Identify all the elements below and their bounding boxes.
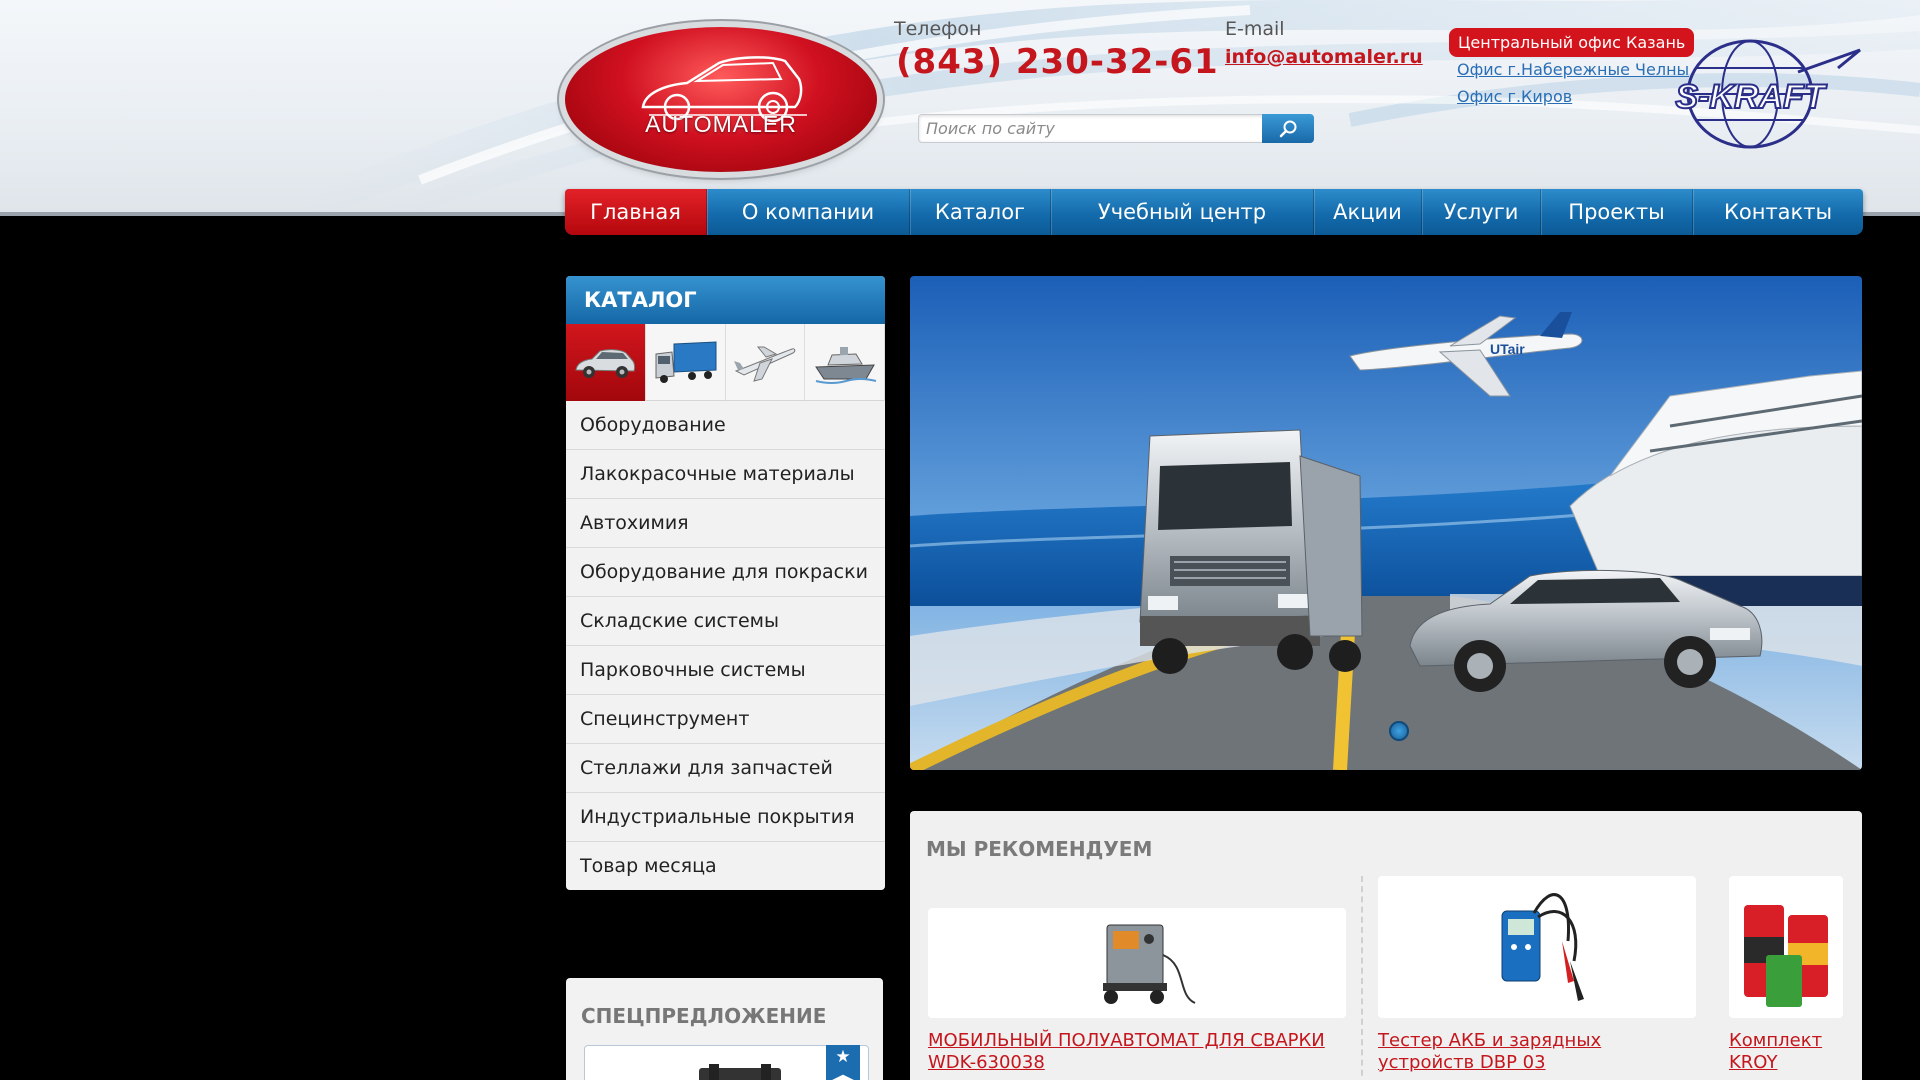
transport-banner-image: UTair (910, 276, 1862, 770)
nav-home[interactable]: Главная (565, 189, 707, 235)
star-badge-icon: ★ (826, 1045, 860, 1080)
truck-icon[interactable] (646, 324, 726, 401)
ship-icon[interactable] (805, 324, 885, 401)
catalog-item-warehouse-systems[interactable]: Складские системы (566, 597, 885, 646)
nav-about[interactable]: О компании (707, 189, 910, 235)
catalog-category-icons (566, 324, 885, 401)
product-image-welder[interactable] (928, 908, 1346, 1018)
product-image-kroy-kit[interactable] (1729, 876, 1843, 1018)
search-icon (1279, 120, 1297, 137)
catalog-item-auto-chemicals[interactable]: Автохимия (566, 499, 885, 548)
s-kraft-partner-logo[interactable]: S-KRAFT (1638, 38, 1862, 150)
email-link[interactable]: info@automaler.ru (1225, 46, 1423, 68)
office-kirov-link[interactable]: Офис г.Киров (1457, 87, 1572, 106)
product-link-kroy-kit[interactable]: Комплект KROY (1729, 1030, 1847, 1074)
product-divider (1361, 876, 1363, 1080)
catalog-item-equipment[interactable]: Оборудование (566, 401, 885, 450)
nav-promotions[interactable]: Акции (1314, 189, 1422, 235)
product-card: Комплект KROY (1729, 876, 1847, 1074)
product-card: МОБИЛЬНЫЙ ПОЛУАВТОМАТ ДЛЯ СВАРКИ WDK-630… (928, 908, 1348, 1074)
phone-label: Телефон (894, 18, 982, 40)
special-offer-title: СПЕЦПРЕДЛОЖЕНИЕ (581, 1004, 827, 1028)
hero-banner[interactable]: UTair (910, 276, 1862, 770)
airplane-icon[interactable] (726, 324, 806, 401)
catalog-item-parking-systems[interactable]: Парковочные системы (566, 646, 885, 695)
special-offer-card[interactable]: ★ (584, 1045, 869, 1080)
catalog-sidebar: КАТАЛОГ Оборудование Лакокрасочные матер… (566, 276, 885, 890)
nav-catalog[interactable]: Каталог (910, 189, 1051, 235)
site-search (918, 114, 1314, 143)
product-image-battery-tester[interactable] (1378, 876, 1696, 1018)
catalog-item-product-of-month[interactable]: Товар месяца (566, 842, 885, 890)
catalog-item-painting-equipment[interactable]: Оборудование для покраски (566, 548, 885, 597)
email-label: E-mail (1225, 18, 1285, 40)
catalog-item-parts-racks[interactable]: Стеллажи для запчастей (566, 744, 885, 793)
welding-machine-icon (1103, 924, 1196, 1004)
recommend-section: МЫ РЕКОМЕНДУЕМ МОБИЛЬНЫЙ ПОЛУАВТОМАТ ДЛЯ… (910, 811, 1862, 1080)
catalog-title: КАТАЛОГ (566, 276, 885, 324)
product-thumbnail-icon (699, 1064, 781, 1080)
catalog-item-special-tools[interactable]: Специнструмент (566, 695, 885, 744)
battery-tester-icon (1501, 893, 1584, 1001)
airline-text: UTair (1490, 341, 1525, 357)
phone-number[interactable]: (843) 230-32-61 (896, 42, 1219, 82)
slider-dot[interactable] (1389, 721, 1409, 741)
paint-cans-icon (1744, 905, 1828, 1007)
product-link-battery-tester[interactable]: Тестер АКБ и зарядных устройств DBP 03 (1378, 1030, 1698, 1074)
car-icon[interactable] (566, 324, 646, 401)
recommend-title: МЫ РЕКОМЕНДУЕМ (926, 837, 1153, 861)
nav-contacts[interactable]: Контакты (1693, 189, 1863, 235)
nav-services[interactable]: Услуги (1422, 189, 1541, 235)
logo-text: AUTOMALER (645, 111, 797, 137)
automaler-logo[interactable]: AUTOMALER (565, 27, 877, 172)
catalog-item-industrial-coatings[interactable]: Индустриальные покрытия (566, 793, 885, 842)
special-offer-panel: СПЕЦПРЕДЛОЖЕНИЕ ★ (566, 978, 883, 1080)
main-nav: Главная О компании Каталог Учебный центр… (565, 189, 1863, 235)
s-kraft-text: S-KRAFT (1675, 78, 1827, 116)
nav-projects[interactable]: Проекты (1541, 189, 1693, 235)
search-button[interactable] (1262, 114, 1314, 143)
product-card: Тестер АКБ и зарядных устройств DBP 03 (1378, 876, 1698, 1074)
search-input[interactable] (919, 115, 1259, 142)
catalog-item-paint-materials[interactable]: Лакокрасочные материалы (566, 450, 885, 499)
nav-training-center[interactable]: Учебный центр (1051, 189, 1314, 235)
product-link-welder[interactable]: МОБИЛЬНЫЙ ПОЛУАВТОМАТ ДЛЯ СВАРКИ WDK-630… (928, 1030, 1348, 1074)
